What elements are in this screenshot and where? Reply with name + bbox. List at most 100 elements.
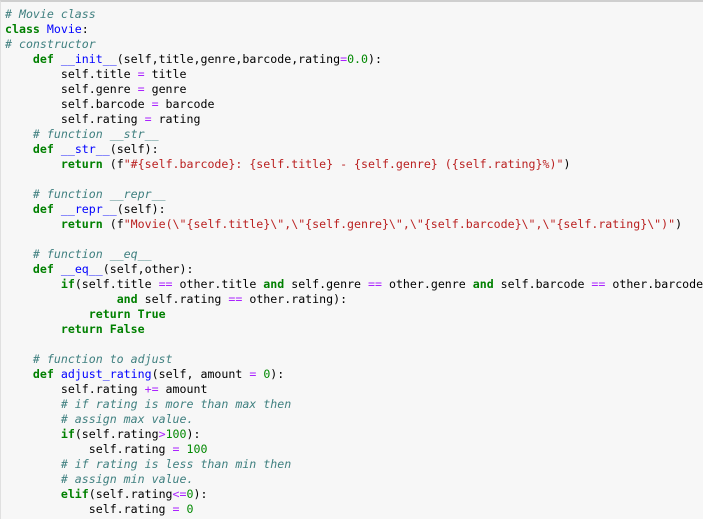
code-line[interactable] bbox=[5, 172, 703, 187]
code-text: (self,other): bbox=[102, 262, 194, 276]
code-keyword: and bbox=[116, 292, 138, 306]
code-number: 100 bbox=[165, 427, 187, 441]
code-string: "#{self.barcode}: {self.title} - {self.g… bbox=[123, 157, 564, 171]
code-line[interactable]: self.rating = 0 bbox=[5, 502, 703, 517]
code-text: self.title bbox=[5, 67, 138, 81]
code-line[interactable]: self.title = title bbox=[5, 67, 703, 82]
code-operator: <= bbox=[172, 487, 187, 501]
code-line[interactable]: def __eq__(self,other): bbox=[5, 262, 703, 277]
code-line[interactable] bbox=[5, 337, 703, 352]
code-line[interactable] bbox=[5, 232, 703, 247]
code-line[interactable]: class Movie: bbox=[5, 22, 703, 37]
code-line[interactable]: return (f"#{self.barcode}: {self.title} … bbox=[5, 157, 703, 172]
code-text: genre bbox=[144, 82, 187, 96]
code-line[interactable]: self.rating = 100 bbox=[5, 442, 703, 457]
code-operator: = bbox=[172, 442, 180, 456]
code-text: (self): bbox=[109, 142, 159, 156]
code-text: ) bbox=[675, 217, 683, 231]
code-line[interactable]: and self.rating == other.rating): bbox=[5, 292, 703, 307]
code-text: (self.rating bbox=[88, 487, 173, 501]
code-text: : bbox=[81, 22, 89, 36]
code-text: self.rating bbox=[5, 502, 173, 516]
code-definition-name: __repr__ bbox=[60, 202, 117, 216]
code-line[interactable]: return True bbox=[5, 307, 703, 322]
code-line[interactable]: self.genre = genre bbox=[5, 82, 703, 97]
code-line[interactable]: # Movie class bbox=[5, 7, 703, 22]
code-editor[interactable]: # Movie class class Movie: # constructor d… bbox=[5, 7, 703, 517]
code-text: (self.title bbox=[74, 277, 159, 291]
code-operator: = bbox=[137, 82, 145, 96]
code-keyword: def bbox=[32, 52, 54, 66]
code-text: amount bbox=[158, 382, 208, 396]
code-text: other.barcode bbox=[605, 277, 703, 291]
code-keyword: return bbox=[60, 217, 103, 231]
code-text: other.genre bbox=[381, 277, 473, 291]
code-line[interactable]: self.rating = rating bbox=[5, 112, 703, 127]
code-text: (f bbox=[102, 217, 124, 231]
code-line[interactable]: if(self.rating>100): bbox=[5, 427, 703, 442]
code-comment: # constructor bbox=[5, 37, 96, 51]
code-line[interactable]: # function to adjust bbox=[5, 352, 703, 367]
code-keyword: True bbox=[137, 307, 166, 321]
code-line[interactable]: return False bbox=[5, 322, 703, 337]
code-text: (self.rating bbox=[74, 427, 159, 441]
code-line[interactable]: def __init__(self,title,genre,barcode,ra… bbox=[5, 52, 703, 67]
code-definition-name: adjust_rating bbox=[60, 367, 152, 381]
code-line[interactable]: def __str__(self): bbox=[5, 142, 703, 157]
code-line[interactable]: # if rating is less than min then bbox=[5, 457, 703, 472]
code-text: (self, amount bbox=[151, 367, 250, 381]
code-text: ): bbox=[186, 427, 201, 441]
code-keyword: elif bbox=[60, 487, 89, 501]
code-line[interactable]: if(self.title == other.title and self.ge… bbox=[5, 277, 703, 292]
code-line[interactable]: def __repr__(self): bbox=[5, 202, 703, 217]
code-line[interactable]: # function __str__ bbox=[5, 127, 703, 142]
code-comment: # assign min value. bbox=[60, 472, 194, 486]
code-keyword: if bbox=[60, 277, 75, 291]
code-line[interactable]: self.barcode = barcode bbox=[5, 97, 703, 112]
code-keyword: def bbox=[32, 202, 54, 216]
code-operator: == bbox=[368, 277, 382, 291]
code-line[interactable]: elif(self.rating<=0): bbox=[5, 487, 703, 502]
code-line[interactable]: # function __repr__ bbox=[5, 187, 703, 202]
code-text: other.rating): bbox=[242, 292, 348, 306]
code-line[interactable]: # assign min value. bbox=[5, 472, 703, 487]
code-line[interactable]: # function __eq__ bbox=[5, 247, 703, 262]
code-line[interactable]: # assign max value. bbox=[5, 412, 703, 427]
code-keyword: if bbox=[60, 427, 75, 441]
code-line[interactable]: # if rating is more than max then bbox=[5, 397, 703, 412]
code-line[interactable]: self.rating += amount bbox=[5, 382, 703, 397]
code-cell[interactable]: # Movie class class Movie: # constructor d… bbox=[0, 0, 703, 519]
code-text: barcode bbox=[158, 97, 215, 111]
code-definition-name: __str__ bbox=[60, 142, 110, 156]
code-text: self.rating bbox=[5, 112, 145, 126]
code-comment: # if rating is more than max then bbox=[60, 397, 292, 411]
code-comment: # function __str__ bbox=[32, 127, 159, 141]
code-text: ) bbox=[563, 157, 571, 171]
code-text: title bbox=[144, 67, 187, 81]
code-line[interactable]: # constructor bbox=[5, 37, 703, 52]
code-string: "Movie(\"{self.title}\",\"{self.genre}\"… bbox=[123, 217, 676, 231]
code-line[interactable]: def adjust_rating(self, amount = 0): bbox=[5, 367, 703, 382]
code-operator: = bbox=[340, 52, 348, 66]
code-definition-name: Movie bbox=[46, 22, 82, 36]
code-keyword: and bbox=[472, 277, 494, 291]
code-definition-name: __eq__ bbox=[60, 262, 103, 276]
code-line[interactable]: return (f"Movie(\"{self.title}\",\"{self… bbox=[5, 217, 703, 232]
code-operator: == bbox=[228, 292, 243, 306]
